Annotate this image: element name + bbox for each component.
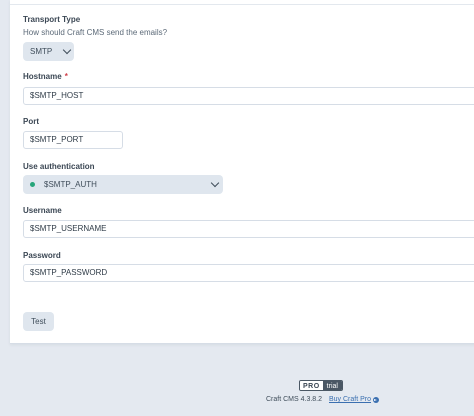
status-indicator-icon <box>30 182 35 187</box>
transport-type-select[interactable]: SMTP <box>23 42 74 61</box>
test-button[interactable]: Test <box>23 312 54 331</box>
hostname-label: Hostname * <box>23 72 68 81</box>
use-authentication-value: $SMTP_AUTH <box>44 180 97 189</box>
transport-type-instructions: How should Craft CMS send the emails? <box>23 28 168 37</box>
edition-badge: PRO trial <box>299 380 343 391</box>
chevron-down-icon <box>62 45 72 55</box>
username-input[interactable]: $SMTP_USERNAME <box>23 220 474 238</box>
hostname-input[interactable]: $SMTP_HOST <box>23 87 474 105</box>
use-authentication-label: Use authentication <box>23 162 95 171</box>
transport-type-label: Transport Type <box>23 15 81 24</box>
password-input[interactable]: $SMTP_PASSWORD <box>23 264 474 282</box>
edition-status: trial <box>322 381 342 390</box>
version-text: Craft CMS 4.3.8.2 <box>266 396 323 403</box>
buy-craft-pro-link[interactable]: Buy Craft Pro <box>329 396 371 403</box>
chevron-down-icon <box>210 178 220 188</box>
arrow-circle-right-icon[interactable] <box>373 397 379 403</box>
transport-type-value: SMTP <box>30 47 53 56</box>
username-label: Username <box>23 206 62 215</box>
password-label: Password <box>23 251 61 260</box>
edition-label: PRO <box>300 381 323 390</box>
port-input[interactable]: $SMTP_PORT <box>23 131 123 149</box>
required-indicator: * <box>64 72 68 81</box>
use-authentication-select[interactable]: $SMTP_AUTH <box>23 175 223 194</box>
settings-panel: Transport Type How should Craft CMS send… <box>10 0 474 344</box>
port-label: Port <box>23 117 39 126</box>
divider <box>10 4 474 5</box>
